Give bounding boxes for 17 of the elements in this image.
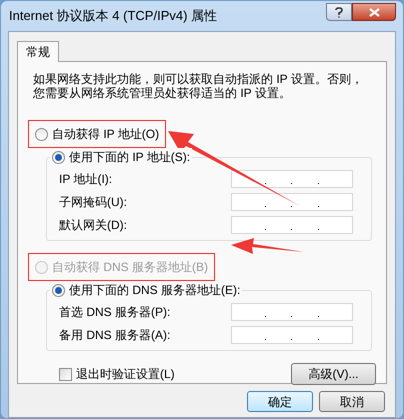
field-label: 备用 DNS 服务器(A):: [59, 327, 170, 344]
tab[interactable]: 常规: [17, 41, 59, 62]
field-label: 首选 DNS 服务器(P):: [59, 304, 170, 321]
dialog-button[interactable]: 确定: [247, 391, 313, 412]
radio-label: 使用下面的 IP 地址(S):: [69, 149, 190, 166]
field-label: 子网掩码(U):: [59, 194, 127, 211]
radio-label: 自动获得 DNS 服务器地址(B): [52, 259, 208, 276]
checkbox-label: 退出时验证设置(L): [76, 366, 175, 383]
field-label: IP 地址(I):: [59, 171, 112, 188]
description-text: 您需要从网络系统管理员处获得适当的 IP 设置。: [33, 86, 292, 100]
advanced-button[interactable]: 高级(V)...: [291, 363, 376, 385]
radio-label: 使用下面的 DNS 服务器地址(E):: [69, 282, 240, 299]
radio-label: 自动获得 IP 地址(O): [52, 126, 160, 143]
field-label: 默认网关(D):: [59, 217, 127, 234]
description-text: 如果网络支持此功能，则可以获取自动指派的 IP 设置。否则，: [33, 72, 364, 86]
window-title: Internet 协议版本 4 (TCP/IPv4) 属性: [8, 7, 218, 26]
dialog-button[interactable]: 取消: [319, 391, 385, 412]
